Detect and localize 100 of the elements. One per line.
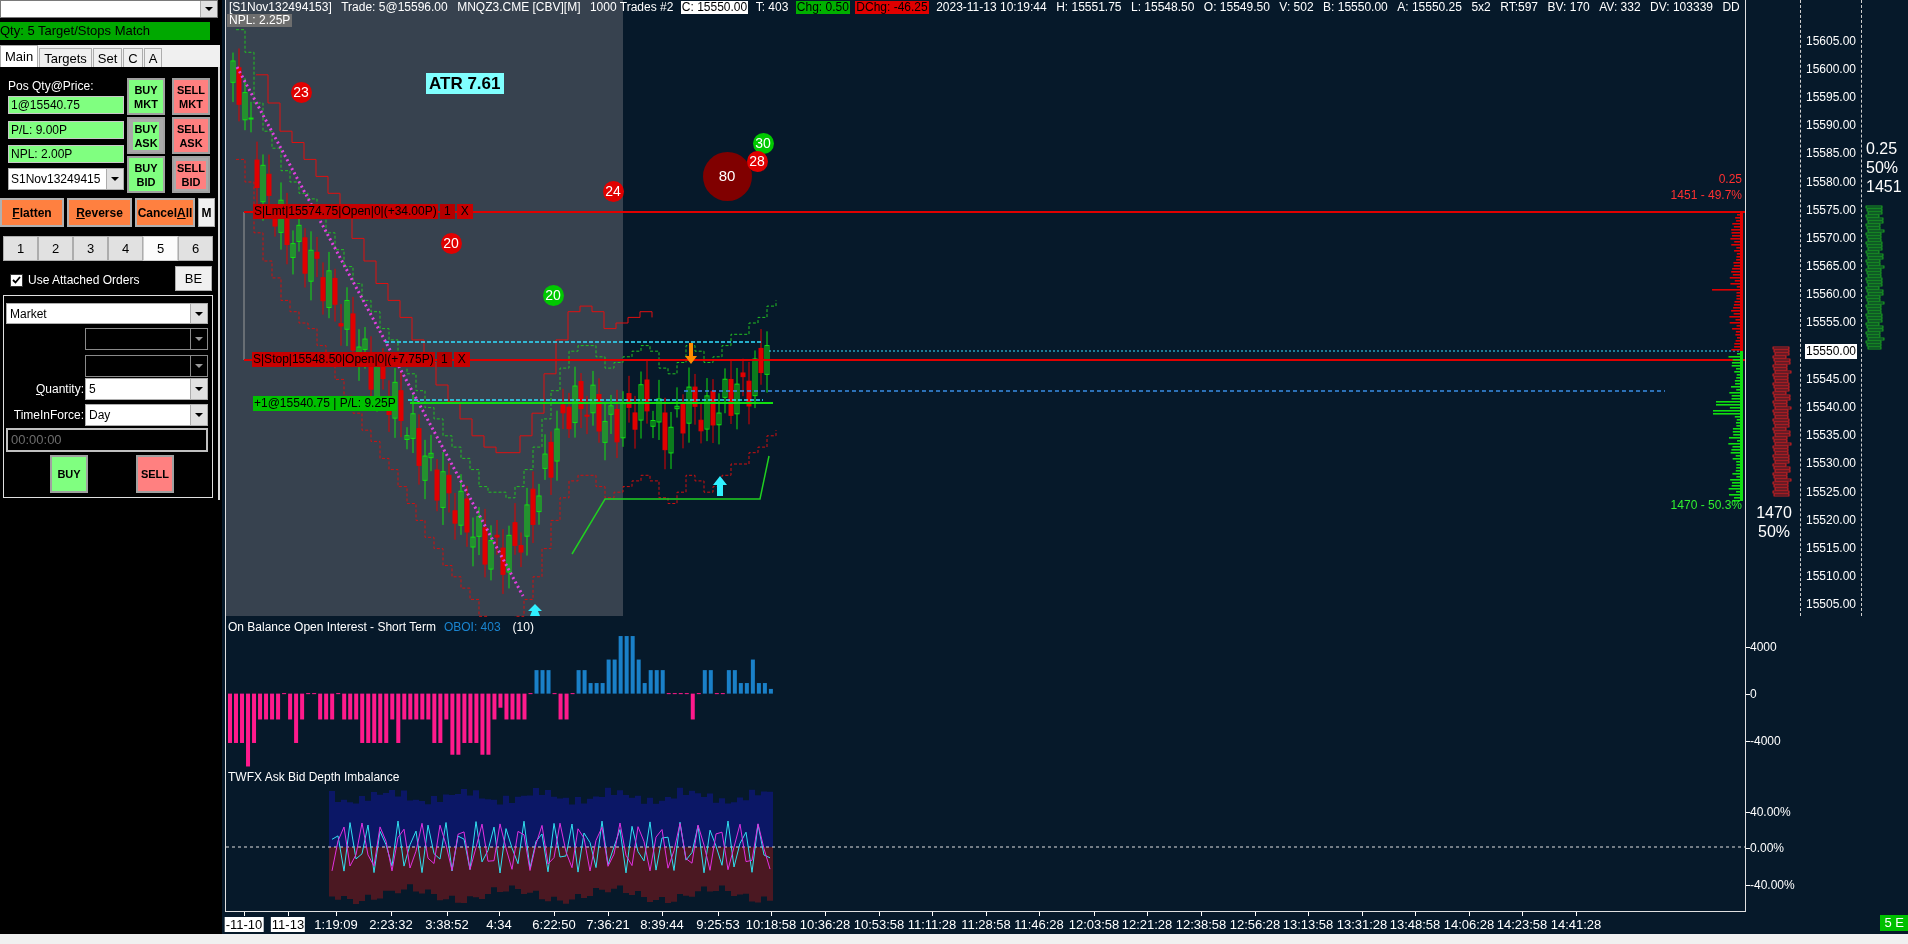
time-label: 10:36:28 [799,917,851,932]
check-icon [12,276,21,284]
price-label: 15535.00 [1805,428,1857,444]
bid-summary-value: 50% [1758,522,1790,541]
tab[interactable]: Main [0,45,39,67]
order-type-select[interactable]: Market [6,303,208,324]
strategy-select[interactable]: S1Nov13249415 [8,168,124,190]
axis-label: 0.00% [1750,841,1785,855]
dropdown-button[interactable] [190,379,207,399]
price-label: 15510.00 [1805,569,1857,585]
date-label: 11-13 [270,917,306,932]
position-field: 1@15540.75 [8,96,124,114]
dropdown-button[interactable] [106,169,123,189]
status-message: Qty: 5 Target/Stops Match [0,22,210,40]
quote-text: B: 15550.00 [1322,0,1389,14]
time-label: 13:31:28 [1336,917,1388,932]
time-label: 2:23:32 [369,917,413,932]
quantity-label: Quantity: [34,381,84,398]
order-button[interactable]: BUY MKT [127,78,165,115]
order-button[interactable]: BUY BID [127,156,165,193]
indicator-period: (10) [512,620,534,634]
quote-text: O: 15549.50 [1202,0,1271,14]
time-label: 4:34 [486,917,512,932]
up-arrow-icon [528,604,542,616]
time-label: 11:46:28 [1014,917,1064,932]
dropdown-button[interactable] [190,304,207,323]
atr-label: ATR 7.61 [426,73,504,94]
quantity-select[interactable]: 5 [85,378,208,400]
ask-summary-value: 50% [1866,158,1900,177]
indicator-title: On Balance Open Interest - Short Term [228,620,436,634]
caret-icon [195,387,203,391]
quantity-preset-button[interactable]: 2 [38,236,73,261]
order-label: S|Stop|15548.50|Open|0|(+7.75P) [252,352,435,367]
caret-icon [195,413,203,417]
action-button[interactable]: Reverse [67,198,132,227]
axis-label: 40.00% [1750,805,1791,819]
quote-text: RT:597 [1499,0,1540,14]
order-button[interactable]: SELL BID [172,156,210,193]
time-in-force-label: TimeInForce: [12,407,84,424]
dropdown-button[interactable] [200,1,217,17]
order-button[interactable]: BUY ASK [127,117,165,154]
time-label: 12:03:58 [1068,917,1120,932]
tab[interactable]: A [143,48,163,67]
quote-text: DD [1721,0,1741,14]
up-arrow-icon [713,476,727,496]
time-label: 8:39:44 [640,917,684,932]
quote-text: [S1Nov132494153] [228,0,333,14]
price-label: 15565.00 [1805,259,1857,275]
time-label: 9:25:53 [696,917,740,932]
axis-label: -4000 [1750,733,1781,748]
volume-profile-label: 1451 - 49.7% [1670,188,1742,202]
down-arrow-icon [685,343,697,364]
dropdown-button[interactable] [190,405,207,425]
tab[interactable]: C [123,48,143,67]
quantity-preset-button[interactable]: 6 [178,236,213,261]
quantity-preset-button[interactable]: 1 [3,236,38,261]
checkbox[interactable] [10,273,23,287]
order-button[interactable]: SELL ASK [172,117,210,154]
quote-text: DV: 103339 [1649,0,1714,14]
quote-text: BV: 170 [1546,0,1591,14]
price-label: 15525.00 [1805,484,1857,500]
tab[interactable]: Targets [39,48,92,67]
action-button[interactable]: CancelAll [135,198,195,227]
quantity-preset-button[interactable]: 3 [73,236,108,261]
quote-text: L: 15548.50 [1129,0,1196,14]
time-label: 14:23:58 [1496,917,1548,932]
caret-icon [195,337,203,341]
quantity-preset-button[interactable]: 5 [143,236,178,261]
instrument-select[interactable] [0,0,218,18]
time-label: 6:22:50 [532,917,576,932]
submit-button[interactable]: BUY [50,455,88,493]
order-button[interactable]: SELL MKT [172,78,210,115]
axis-label: 0 [1750,686,1757,701]
time-label: 14:41:28 [1550,917,1602,932]
mode-button[interactable]: M [198,198,215,227]
quantity-preset-button[interactable]: 4 [108,236,143,261]
price-label: 15530.00 [1805,456,1857,472]
action-button[interactable]: Flatten [0,198,64,227]
time-label: 7:36:21 [586,917,630,932]
ask-summary-value: 1451 [1866,177,1902,196]
time-label: 13:13:58 [1282,917,1334,932]
price-label: 15595.00 [1805,89,1857,105]
price-label: 15590.00 [1805,118,1857,134]
time-in-force-select[interactable]: Day [85,404,208,426]
breakeven-button[interactable]: BE [175,266,212,291]
price-label: 15555.00 [1805,315,1857,331]
price-label: 15505.00 [1805,597,1857,613]
trade-count-marker: 30 [752,132,774,154]
tab[interactable]: Set [92,48,123,67]
axis-label: -40.00% [1750,878,1795,892]
quote-text: MNQZ3.CME [CBV][M] [456,0,582,14]
submit-button[interactable]: SELL [136,455,174,493]
quote-text: H: 15551.75 [1055,0,1123,14]
checkbox-label[interactable]: Use Attached Orders [28,271,140,289]
time-label: 11:11:28 [907,917,957,932]
volume-profile-label: 0.25 [1718,172,1742,186]
caret-icon [205,7,213,11]
price-label: 15605.00 [1805,33,1857,49]
quote-text: A: 15550.25 [1396,0,1463,14]
price-label: 15560.00 [1805,287,1857,303]
